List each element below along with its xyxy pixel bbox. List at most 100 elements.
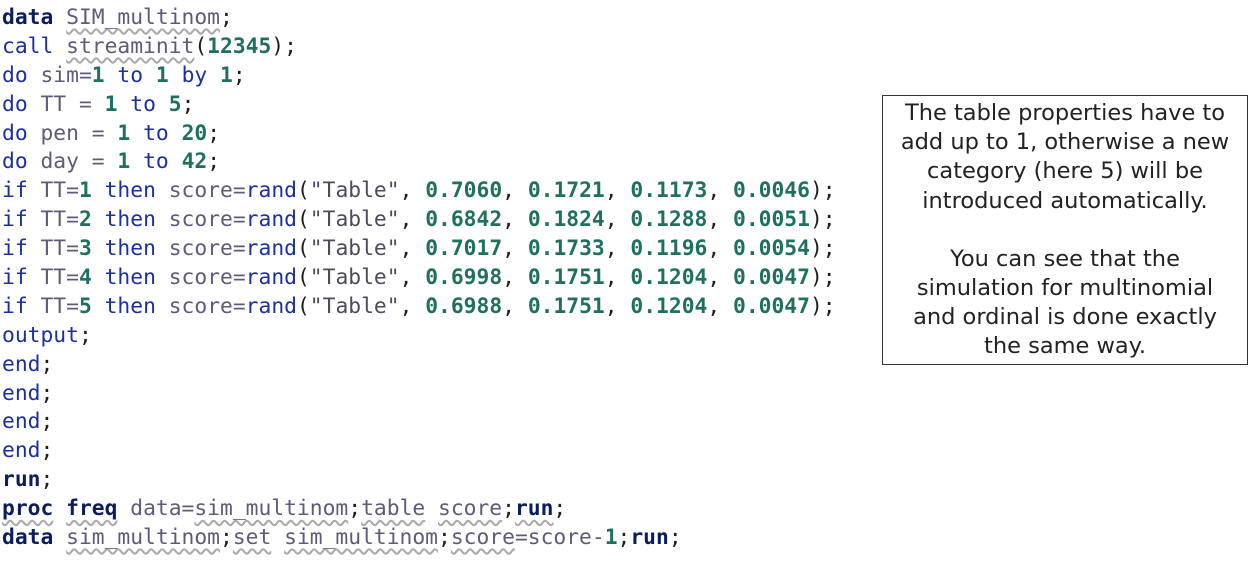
code-token: rand (245, 293, 297, 319)
code-line[interactable]: data SIM_multinom; (2, 4, 836, 33)
code-token: if (2, 207, 28, 233)
code-token: 0.1733 (527, 236, 605, 262)
code-token: ( (296, 293, 310, 319)
code-line[interactable]: if TT=5 then score=rand("Table", 0.6988,… (2, 293, 836, 322)
code-token: data (2, 525, 54, 551)
code-token: 0.1824 (527, 207, 605, 233)
code-token: 2 (78, 207, 92, 233)
code-token: ; (617, 525, 631, 551)
code-token: to (130, 91, 156, 117)
code-token: SIM_multinom (66, 5, 220, 30)
code-token: if (2, 178, 28, 204)
code-token: ; (438, 525, 451, 551)
code-token: score= (155, 293, 246, 319)
code-token: freq (66, 496, 118, 522)
code-line[interactable]: data sim_multinom;set sim_multinom;score… (2, 524, 836, 553)
code-line[interactable]: do pen = 1 to 20; (2, 120, 836, 149)
code-line[interactable]: call streaminit(12345); (2, 33, 836, 62)
code-token: do (2, 91, 28, 117)
code-token: , (604, 178, 631, 204)
code-token: ; (220, 525, 233, 551)
code-token: 1 (155, 62, 169, 88)
code-token: , (707, 265, 733, 291)
code-token: , (399, 207, 426, 233)
code-token: 12345 (207, 33, 272, 59)
code-token: , (707, 178, 733, 204)
code-token: , (604, 265, 631, 291)
code-token: ( (296, 236, 310, 262)
code-token: 0.0047 (733, 293, 810, 319)
note-line: You can see that the (950, 245, 1180, 272)
code-line[interactable]: run; (2, 466, 836, 495)
code-token: 42 (181, 149, 208, 175)
code-token: "Table" (309, 207, 400, 233)
code-token: run (630, 525, 669, 551)
code-token: 5 (168, 91, 182, 117)
code-token: sim= (27, 62, 92, 88)
code-line[interactable]: end; (2, 408, 836, 437)
code-line[interactable]: end; (2, 380, 836, 409)
code-token: ; (553, 496, 567, 522)
code-token: 1 (117, 149, 131, 175)
code-token: ); (809, 293, 836, 319)
code-token: if (2, 236, 28, 262)
code-token: score (450, 525, 515, 551)
code-token: ; (220, 5, 233, 30)
code-line[interactable]: end; (2, 437, 836, 466)
code-token: rand (245, 265, 297, 291)
code-line[interactable]: output; (2, 322, 836, 351)
note-line: add up to 1, otherwise a new (900, 129, 1230, 156)
code-line[interactable]: do TT = 1 to 5; (2, 91, 836, 120)
code-token: 1 (78, 178, 92, 204)
code-token: ( (296, 265, 310, 291)
code-token: , (604, 236, 631, 262)
code-token: ; (78, 322, 92, 348)
code-line[interactable]: end; (2, 351, 836, 380)
code-token: , (399, 178, 426, 204)
code-token: ); (809, 178, 836, 204)
code-token: then (104, 265, 156, 291)
code-line[interactable]: proc freq data=sim_multinom;table score;… (2, 495, 836, 524)
code-token: , (399, 236, 426, 262)
code-token: end (2, 409, 41, 435)
code-line[interactable]: if TT=4 then score=rand("Table", 0.6998,… (2, 264, 836, 293)
code-token: score= (155, 265, 246, 291)
code-token: by (181, 62, 208, 88)
code-line[interactable]: do day = 1 to 42; (2, 148, 836, 177)
code-token: 4 (78, 265, 92, 291)
code-token: TT= (27, 178, 79, 204)
code-editor[interactable]: data SIM_multinom; call streaminit(12345)… (2, 4, 836, 553)
note-spacer (889, 216, 1241, 245)
code-token: 1 (220, 62, 233, 88)
code-token: 0.1204 (630, 265, 708, 291)
code-token: ); (809, 236, 836, 262)
code-token: 0.1173 (630, 178, 708, 204)
code-token: ; (207, 120, 221, 146)
code-line[interactable]: if TT=1 then score=rand("Table", 0.7060,… (2, 177, 836, 206)
code-token: ; (207, 149, 221, 175)
code-token: , (502, 236, 528, 262)
code-token: 1 (104, 91, 118, 117)
code-token: 1 (117, 120, 131, 146)
code-line[interactable]: if TT=3 then score=rand("Table", 0.7017,… (2, 235, 836, 264)
code-token: to (117, 62, 144, 88)
code-token: output (2, 322, 79, 348)
code-token: run (2, 467, 41, 493)
code-token: sim_multinom (66, 525, 220, 551)
code-token: "Table" (309, 293, 400, 319)
code-token: table (361, 496, 426, 522)
code-line[interactable]: do sim=1 to 1 by 1; (2, 62, 836, 91)
code-token: pen = (27, 120, 118, 146)
code-token: day = (27, 149, 118, 175)
code-token: do (2, 62, 28, 88)
code-token: ; (40, 351, 54, 377)
code-line[interactable]: if TT=2 then score=rand("Table", 0.6842,… (2, 206, 836, 235)
